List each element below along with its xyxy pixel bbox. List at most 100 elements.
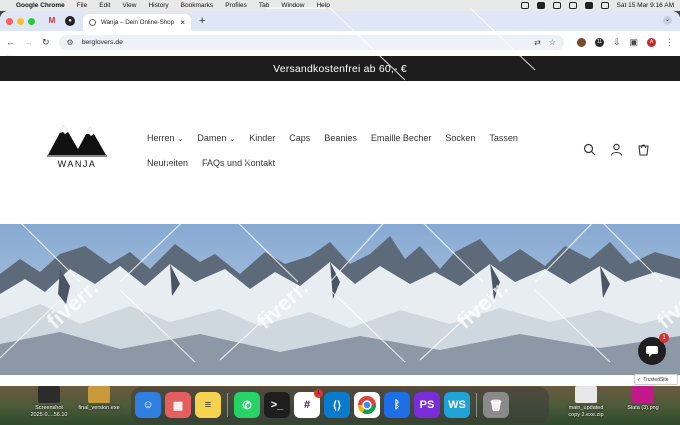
exe-file-icon: [88, 386, 110, 403]
launchpad-icon[interactable]: ▦: [165, 392, 191, 418]
logo-wordmark: WANJA: [57, 159, 97, 169]
app-name-menu[interactable]: Google Chrome: [16, 2, 65, 9]
nav-faqs-kontakt[interactable]: FAQs und Kontakt: [202, 158, 275, 168]
fullscreen-window-button[interactable]: [28, 17, 35, 25]
gmail-pinned-tab-icon[interactable]: M: [47, 16, 57, 26]
zip-file-icon: [575, 386, 597, 403]
status-area: Sat 15 Mar 9:16 AM: [520, 2, 674, 9]
site-header: WANJA Herren ⌄ Damen ⌄ Kinder Caps Beanies…: [0, 81, 680, 224]
menu-bookmarks[interactable]: Bookmarks: [181, 2, 214, 9]
menu-tab[interactable]: Tab: [259, 2, 269, 9]
check-icon: ✓: [637, 376, 642, 383]
terminal-icon[interactable]: >_: [264, 392, 290, 418]
hero-banner-image: [0, 224, 680, 375]
close-tab-icon[interactable]: ×: [180, 18, 185, 27]
webpage: Versandkostenfrei ab 60,- € WANJA Herren…: [0, 56, 680, 375]
nav-emaille-becher[interactable]: Emaille Becher: [371, 133, 432, 143]
input-source-icon[interactable]: [584, 2, 593, 9]
file-label: Siata (3).png: [627, 405, 659, 411]
back-icon[interactable]: ←: [6, 37, 15, 47]
trustedsite-badge[interactable]: ✓ TrustedSite: [634, 374, 678, 385]
screenshot-thumbnail: [38, 386, 60, 403]
minimize-window-button[interactable]: [17, 17, 24, 25]
slack-icon[interactable]: #1: [294, 389, 323, 418]
webstorm-icon[interactable]: WS: [444, 392, 470, 418]
menu-window[interactable]: Window: [281, 2, 304, 9]
vscode-icon[interactable]: ⟨⟩: [324, 392, 350, 418]
whatsapp-icon[interactable]: ✆: [234, 392, 260, 418]
cart-icon[interactable]: [637, 143, 650, 156]
chat-widget-button[interactable]: 1: [638, 333, 669, 365]
chrome-icon[interactable]: [354, 392, 380, 418]
tab-search-icon[interactable]: ⌄: [663, 16, 672, 25]
dock-separator: [227, 393, 228, 417]
pinned-tab-icon[interactable]: ●: [65, 16, 75, 26]
new-tab-button[interactable]: +: [199, 15, 205, 27]
control-center-icon[interactable]: [600, 2, 609, 9]
menubar-clock[interactable]: Sat 15 Mar 9:16 AM: [617, 2, 674, 9]
reload-icon[interactable]: ↻: [42, 37, 50, 48]
file-label: final_version.exe: [78, 405, 120, 411]
menu-profiles[interactable]: Profiles: [225, 2, 247, 9]
png-file-icon: [632, 386, 654, 403]
chrome-menu-icon[interactable]: ⋮: [665, 37, 674, 48]
finder-icon[interactable]: ☺: [135, 392, 161, 418]
nav-damen[interactable]: Damen ⌄: [197, 133, 235, 143]
window-controls: [6, 17, 35, 25]
dock-separator: [476, 393, 477, 417]
nav-kinder[interactable]: Kinder: [249, 133, 275, 143]
menu-file[interactable]: File: [77, 2, 87, 9]
phpstorm-icon[interactable]: PS: [414, 392, 440, 418]
announcement-text: Versandkostenfrei ab 60,- €: [273, 62, 407, 75]
menu-view[interactable]: View: [122, 2, 136, 9]
extension-icon[interactable]: [576, 37, 586, 47]
macos-dock: ☺ ▦ ≡ ✆ >_ #1 ⟨⟩ ᛒ PS WS 🗑: [131, 387, 549, 423]
bluetooth-icon[interactable]: ᛒ: [384, 392, 410, 418]
announcement-bar: Versandkostenfrei ab 60,- €: [0, 56, 680, 81]
header-actions: [583, 143, 650, 156]
tab-strip: M ● Wanja – Dein Online-Shop f... × + ⌄: [0, 11, 680, 31]
nav-caps[interactable]: Caps: [289, 133, 310, 143]
nav-herren[interactable]: Herren ⌄: [147, 133, 183, 143]
translate-icon[interactable]: ⇄: [534, 38, 541, 47]
profile-avatar[interactable]: A: [647, 37, 656, 47]
extensions-puzzle-icon[interactable]: ▣: [629, 37, 638, 48]
forward-icon[interactable]: →: [24, 37, 33, 47]
chevron-down-icon: ⌄: [177, 136, 184, 143]
file-label: copy 2.exe.zip: [568, 411, 604, 418]
trash-icon[interactable]: 🗑: [483, 392, 509, 418]
close-window-button[interactable]: [6, 17, 13, 25]
desktop-file-png[interactable]: Siata (3).png: [612, 386, 674, 412]
nav-beanies[interactable]: Beanies: [324, 133, 357, 143]
url-text[interactable]: berglovers.de: [82, 39, 526, 46]
desktop-file-zip[interactable]: main_updated copy 2.exe.zip: [555, 386, 617, 418]
menu-help[interactable]: Help: [316, 2, 329, 9]
extension-badge-icon[interactable]: 11: [594, 37, 604, 47]
search-icon[interactable]: [583, 143, 596, 156]
desktop-file-exe[interactable]: final_version.exe: [68, 386, 130, 412]
notes-icon[interactable]: ≡: [195, 392, 221, 418]
site-info-icon[interactable]: ⚙: [67, 38, 74, 47]
mountain-landscape: [0, 224, 680, 375]
menu-edit[interactable]: Edit: [99, 2, 110, 9]
slack-badge: 1: [314, 389, 323, 398]
chevron-down-icon: ⌄: [229, 136, 236, 143]
active-tab[interactable]: Wanja – Dein Online-Shop f... ×: [83, 14, 191, 31]
nav-socken[interactable]: Socken: [445, 133, 475, 143]
macos-menubar: Google Chrome File Edit View History Boo…: [0, 0, 680, 11]
menu-history[interactable]: History: [148, 2, 168, 9]
address-bar[interactable]: ⚙ berglovers.de ⇄ ☆: [58, 34, 564, 50]
trustedsite-label: TrustedSite: [643, 376, 669, 383]
download-icon[interactable]: ⇩: [613, 37, 621, 48]
file-label: 2025-0....56.10: [30, 411, 68, 418]
nav-tassen[interactable]: Tassen: [489, 133, 518, 143]
chat-icon: [646, 346, 658, 357]
wifi-icon[interactable]: [568, 2, 577, 9]
bookmark-star-icon[interactable]: ☆: [549, 38, 556, 47]
globe-icon: [89, 19, 96, 26]
status-icon[interactable]: [536, 2, 545, 9]
battery-icon[interactable]: [552, 2, 561, 9]
status-icon[interactable]: [520, 2, 529, 9]
account-icon[interactable]: [610, 143, 623, 156]
nav-neuheiten[interactable]: Neuheiten: [147, 158, 188, 168]
